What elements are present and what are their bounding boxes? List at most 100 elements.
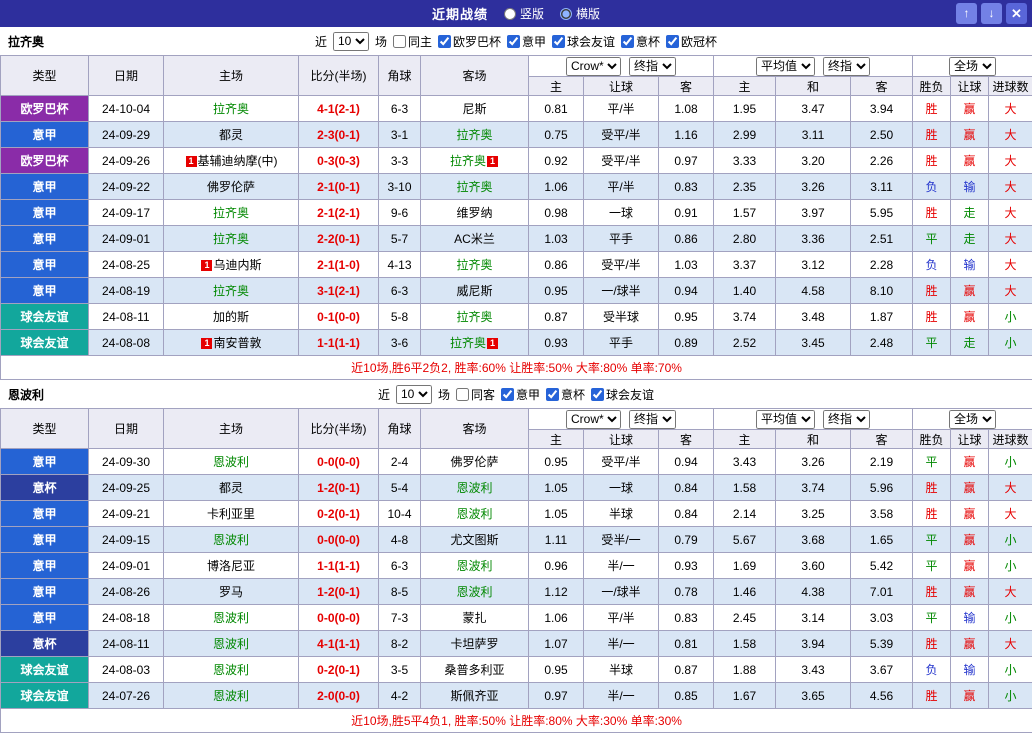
team-name: 恩波利 xyxy=(456,507,492,521)
away-team-cell: 桑普多利亚 xyxy=(421,657,529,683)
league-badge-cell: 意甲 xyxy=(1,122,89,148)
league-badge-cell: 意甲 xyxy=(1,501,89,527)
up-arrow-icon: ↑ xyxy=(964,6,970,20)
league-filter-checkbox[interactable] xyxy=(666,35,679,48)
date-cell: 24-08-25 xyxy=(89,252,164,278)
league-filter-checkbox[interactable] xyxy=(552,35,565,48)
horizontal-layout-radio[interactable] xyxy=(560,8,572,20)
result-wdl-cell: 胜 xyxy=(913,122,951,148)
date-cell: 24-09-22 xyxy=(89,174,164,200)
layout-radio-horizontal[interactable]: 横版 xyxy=(560,5,600,22)
handicap-cell: 平手 xyxy=(584,226,659,252)
handicap-cell: 受平/半 xyxy=(584,449,659,475)
league-filter-checkbox[interactable] xyxy=(438,35,451,48)
recent-count-select[interactable]: 10 xyxy=(333,32,369,51)
match-row: 意甲24-08-19拉齐奥3-1(2-1)6-3威尼斯0.95一/球半0.941… xyxy=(1,278,1032,304)
euro-away-odds: 5.42 xyxy=(851,553,913,579)
titlebar-actions: ↑ ↓ ✕ xyxy=(956,3,1027,24)
score-cell: 4-1(1-1) xyxy=(299,631,379,657)
scroll-up-button[interactable]: ↑ xyxy=(956,3,977,24)
league-filter[interactable]: 意甲 xyxy=(501,386,540,403)
league-filter-checkbox[interactable] xyxy=(546,388,559,401)
league-badge-cell: 球会友谊 xyxy=(1,657,89,683)
corners-cell: 8-5 xyxy=(379,579,421,605)
league-filter[interactable]: 欧冠杯 xyxy=(666,33,717,50)
goals-result-cell: 大 xyxy=(989,475,1032,501)
league-filter[interactable]: 意杯 xyxy=(621,33,660,50)
euro-home-odds: 1.69 xyxy=(714,553,776,579)
red-card-badge: 1 xyxy=(487,156,498,167)
red-card-badge: 1 xyxy=(201,260,212,271)
col-type: 类型 xyxy=(1,56,89,96)
euro-average-select[interactable]: 平均值 xyxy=(756,57,815,76)
asia-odds-group: Crow* 终指 xyxy=(529,56,714,77)
asia-home-odds: 1.05 xyxy=(529,501,584,527)
results-body: 欧罗巴杯24-10-04拉齐奥4-1(2-1)6-3尼斯0.81平/半1.081… xyxy=(1,96,1032,356)
euro-home-odds: 3.37 xyxy=(714,252,776,278)
scope-select[interactable]: 全场 xyxy=(949,410,996,429)
match-row: 意甲24-08-251乌迪内斯2-1(1-0)4-13拉齐奥0.86受平/半1.… xyxy=(1,252,1032,278)
asia-final-select[interactable]: 终指 xyxy=(629,57,676,76)
away-team-cell: 卡坦萨罗 xyxy=(421,631,529,657)
team-name: 尼斯 xyxy=(462,102,486,116)
asia-home-odds: 1.05 xyxy=(529,475,584,501)
scroll-down-button[interactable]: ↓ xyxy=(981,3,1002,24)
close-button[interactable]: ✕ xyxy=(1006,3,1027,24)
league-filter-checkbox[interactable] xyxy=(621,35,634,48)
score-cell: 0-2(0-1) xyxy=(299,657,379,683)
same-venue-checkbox[interactable] xyxy=(393,35,406,48)
league-filter[interactable]: 意甲 xyxy=(507,33,546,50)
handicap-cell: 平/半 xyxy=(584,174,659,200)
team-name: 佛罗伦萨 xyxy=(207,180,255,194)
asia-away-odds: 0.97 xyxy=(659,148,714,174)
bookmaker-select[interactable]: Crow* xyxy=(566,410,621,429)
euro-away-odds: 1.87 xyxy=(851,304,913,330)
home-team-cell: 恩波利 xyxy=(164,449,299,475)
league-filter[interactable]: 意杯 xyxy=(546,386,585,403)
team-name: 维罗纳 xyxy=(456,206,492,220)
corners-cell: 5-8 xyxy=(379,304,421,330)
corners-cell: 5-7 xyxy=(379,226,421,252)
league-badge-cell: 意甲 xyxy=(1,278,89,304)
recent-count-select[interactable]: 10 xyxy=(396,385,432,404)
asia-final-select[interactable]: 终指 xyxy=(629,410,676,429)
team-name: 卡利亚里 xyxy=(207,507,255,521)
away-team-cell: 拉齐奥 xyxy=(421,304,529,330)
home-team-cell: 1基辅迪纳摩(中) xyxy=(164,148,299,174)
same-venue-filter[interactable]: 同客 xyxy=(456,386,495,403)
same-venue-filter[interactable]: 同主 xyxy=(393,33,432,50)
team-name: 尤文图斯 xyxy=(450,533,498,547)
scope-select[interactable]: 全场 xyxy=(949,57,996,76)
col-euro-draw: 和 xyxy=(776,77,851,96)
score-cell: 1-1(1-1) xyxy=(299,330,379,356)
corners-cell: 4-13 xyxy=(379,252,421,278)
league-filter-checkbox[interactable] xyxy=(507,35,520,48)
league-filter-checkbox[interactable] xyxy=(501,388,514,401)
league-filter[interactable]: 欧罗巴杯 xyxy=(438,33,501,50)
same-venue-checkbox[interactable] xyxy=(456,388,469,401)
league-filter[interactable]: 球会友谊 xyxy=(591,386,654,403)
col-date: 日期 xyxy=(89,409,164,449)
corners-cell: 10-4 xyxy=(379,501,421,527)
euro-final-select[interactable]: 终指 xyxy=(823,410,870,429)
team-name: 恩波利 xyxy=(213,637,249,651)
league-filter-checkbox[interactable] xyxy=(591,388,604,401)
league-filter[interactable]: 球会友谊 xyxy=(552,33,615,50)
bookmaker-select[interactable]: Crow* xyxy=(566,57,621,76)
asia-away-odds: 0.84 xyxy=(659,475,714,501)
euro-average-select[interactable]: 平均值 xyxy=(756,410,815,429)
league-badge-cell: 欧罗巴杯 xyxy=(1,148,89,174)
euro-home-odds: 1.58 xyxy=(714,631,776,657)
goals-result-cell: 大 xyxy=(989,579,1032,605)
summary-row: 近10场,胜5平4负1, 胜率:50% 让胜率:80% 大率:30% 单率:30… xyxy=(1,709,1032,733)
vertical-layout-radio[interactable] xyxy=(504,8,516,20)
team-name: 桑普多利亚 xyxy=(444,663,504,677)
layout-radio-vertical[interactable]: 竖版 xyxy=(504,5,544,22)
asia-home-odds: 0.81 xyxy=(529,96,584,122)
euro-final-select[interactable]: 终指 xyxy=(823,57,870,76)
asia-away-odds: 1.03 xyxy=(659,252,714,278)
team-name: 加的斯 xyxy=(213,310,249,324)
league-filter-label: 欧罗巴杯 xyxy=(453,33,501,50)
euro-home-odds: 1.57 xyxy=(714,200,776,226)
col-euro-away: 客 xyxy=(851,77,913,96)
